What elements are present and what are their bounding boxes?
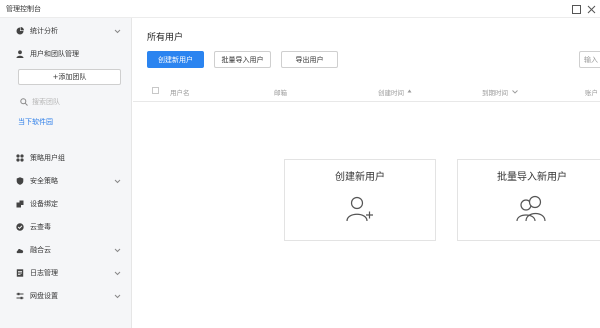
create-user-card[interactable]: 创建新用户 [284,159,436,241]
add-team-button[interactable]: +添加团队 [18,69,121,85]
chevron-down-icon [114,178,121,185]
team-search [20,96,120,108]
device-icon [16,200,24,208]
user-icon [16,50,24,58]
search-icon [20,98,28,108]
window-title: 管理控制台 [6,5,41,13]
chevron-down-icon [512,88,518,96]
shield-icon [16,177,24,185]
team-search-input[interactable] [32,96,118,108]
sidebar-item-security[interactable]: 安全策略 [0,170,132,192]
select-all-checkbox[interactable] [152,87,159,94]
column-created-label: 创建时间 [378,89,404,97]
chart-pie-icon [16,27,24,35]
sidebar-item-label: 统计分析 [30,27,58,35]
page-title: 所有用户 [147,33,184,43]
sidebar-item-label: 策略用户组 [30,154,65,162]
grid-icon [16,154,24,162]
sidebar-item-users-teams[interactable]: 用户和团队管理 [0,43,132,65]
main-content: 所有用户 创建新用户 批量导入用户 导出用户 用户名 邮箱 创建时间 到期时间 … [133,18,600,328]
cloud-icon [16,246,24,254]
check-circle-icon [16,223,24,231]
user-group-icon [515,195,549,225]
user-search-box [579,51,600,68]
column-created[interactable]: 创建时间 [378,87,412,97]
sidebar-item-policy-groups[interactable]: 策略用户组 [0,147,132,169]
close-icon[interactable] [585,3,597,15]
import-users-card[interactable]: 批量导入新用户 [457,159,600,241]
document-icon [16,269,24,277]
sliders-icon [16,292,24,300]
chevron-down-icon [114,28,121,35]
sort-up-icon [407,88,412,96]
sidebar-item-label: 云查毒 [30,223,51,231]
sidebar-item-logs[interactable]: 日志管理 [0,262,132,284]
sidebar-item-label: 设备绑定 [30,200,58,208]
column-account: 账户 [585,89,598,97]
sidebar-item-antivirus[interactable]: 云查毒 [0,216,132,238]
sidebar-item-label: 用户和团队管理 [30,50,79,58]
card-title: 批量导入新用户 [497,172,567,183]
add-user-icon [345,195,375,225]
chevron-down-icon [114,270,121,277]
maximize-icon[interactable] [570,3,582,15]
sidebar-item-disk-settings[interactable]: 网盘设置 [0,285,132,307]
table-header: 用户名 邮箱 创建时间 到期时间 账户 [133,80,600,102]
column-email: 邮箱 [274,89,287,97]
title-bar: 管理控制台 [0,0,600,18]
sidebar-item-hybrid-cloud[interactable]: 融合云 [0,239,132,261]
export-users-button[interactable]: 导出用户 [281,51,338,68]
card-title: 创建新用户 [335,172,385,183]
column-expires-label: 到期时间 [482,89,508,97]
chevron-down-icon [114,247,121,254]
sidebar-item-label: 网盘设置 [30,292,58,300]
chevron-down-icon [114,293,121,300]
user-search-input[interactable] [580,52,600,67]
create-user-button[interactable]: 创建新用户 [147,51,204,68]
column-username: 用户名 [170,89,190,97]
team-link[interactable]: 当下软件园 [18,117,53,127]
sidebar-item-device-bind[interactable]: 设备绑定 [0,193,132,215]
import-users-button[interactable]: 批量导入用户 [214,51,271,68]
sidebar-item-stats[interactable]: 统计分析 [0,20,132,42]
sidebar-item-label: 融合云 [30,246,51,254]
sidebar-item-label: 安全策略 [30,177,58,185]
column-expires[interactable]: 到期时间 [482,87,518,97]
sidebar-item-label: 日志管理 [30,269,58,277]
sidebar: 统计分析 用户和团队管理 +添加团队 当下软件园 策略用户组 安全策略 [0,18,132,328]
